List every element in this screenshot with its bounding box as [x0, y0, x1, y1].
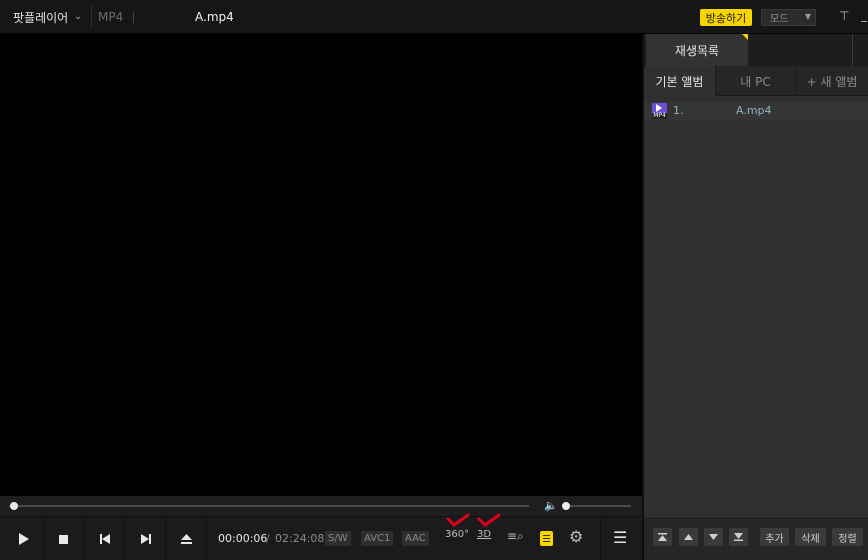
video-codec-badge[interactable]: AVC1 — [361, 531, 394, 546]
play-button[interactable] — [4, 517, 44, 560]
move-down-icon — [709, 534, 718, 540]
3d-video-button[interactable]: 3D — [477, 529, 491, 540]
checkmark-icon — [477, 513, 501, 527]
renderer-badge[interactable]: S/W — [325, 531, 351, 546]
move-top-icon — [658, 533, 667, 541]
current-time: 00:00:06 — [218, 532, 268, 545]
add-button[interactable]: 추가 — [760, 528, 789, 546]
stop-button[interactable] — [44, 517, 84, 560]
file-format-label: MP4 — [98, 10, 124, 24]
audio-codec-badge[interactable]: AAC — [402, 531, 429, 546]
divider — [600, 517, 601, 560]
tab-empty[interactable] — [749, 34, 853, 66]
volume-handle[interactable] — [562, 502, 570, 510]
previous-icon — [99, 534, 110, 544]
title-bar: 팟플레이어 ⌄ MP4 A.mp4 방송하기 모드 ▼ ⊤ _ — [0, 0, 868, 34]
playlist-item-name: A.mp4 — [736, 104, 772, 117]
move-up-button[interactable] — [679, 528, 698, 546]
time-separator: / — [266, 532, 270, 545]
app-menu-label: 팟플레이어 — [13, 10, 69, 25]
app-menu-button[interactable]: 팟플레이어 ⌄ — [5, 4, 91, 30]
gear-icon[interactable]: ⚙ — [569, 527, 583, 546]
dropdown-arrow-icon: ▼ — [804, 12, 811, 21]
play-icon — [18, 533, 29, 545]
divider — [91, 5, 92, 29]
previous-button[interactable] — [85, 517, 125, 560]
playlist-toggle-icon[interactable] — [540, 531, 553, 546]
next-icon — [140, 534, 151, 544]
mp4-file-icon: MP4 — [652, 103, 667, 119]
stop-icon — [59, 534, 68, 544]
minimize-icon[interactable]: _ — [861, 8, 867, 22]
playlist-item-index: 1. — [673, 104, 684, 117]
sort-button[interactable]: 정렬 — [832, 528, 863, 546]
eject-button[interactable] — [167, 517, 207, 560]
volume-slider[interactable] — [563, 505, 631, 507]
playlist-panel: 재생목록 기본 앨범 내 PC + 새 앨범 MP4 1. A.mp4 추가 삭… — [644, 34, 868, 560]
mode-label: 모드 — [770, 14, 789, 25]
seek-handle[interactable] — [10, 502, 18, 510]
delete-button[interactable]: 삭제 — [795, 528, 826, 546]
move-top-button[interactable] — [653, 528, 672, 546]
seek-strip: 🔈 — [0, 496, 642, 516]
360-video-button[interactable]: 360° — [445, 529, 469, 540]
control-bar: 00:00:06 / 02:24:08 S/W AVC1 AAC 360° 3D… — [0, 513, 642, 560]
menu-icon[interactable]: ☰ — [613, 528, 627, 547]
playlist-item[interactable]: MP4 1. A.mp4 — [644, 102, 868, 120]
window-title-filename: A.mp4 — [195, 10, 234, 24]
next-button[interactable] — [126, 517, 166, 560]
playlist-search-icon[interactable]: ≡⌕ — [507, 529, 524, 544]
mode-dropdown[interactable]: 모드 ▼ — [761, 9, 816, 26]
playlist-toolbar: 추가 삭제 정렬 — [644, 518, 868, 560]
video-display[interactable] — [0, 34, 642, 496]
move-down-button[interactable] — [704, 528, 723, 546]
panel-tabs: 재생목록 — [644, 34, 868, 66]
album-tab-default[interactable]: 기본 앨범 — [644, 66, 716, 96]
eject-icon — [181, 534, 192, 544]
move-bottom-icon — [734, 533, 743, 541]
pin-icon[interactable]: ⊤ — [839, 9, 849, 23]
checkmark-icon — [446, 513, 470, 527]
total-time[interactable]: 02:24:08 — [275, 532, 324, 545]
tab-playlist[interactable]: 재생목록 — [646, 34, 748, 66]
move-bottom-button[interactable] — [729, 528, 748, 546]
seek-bar[interactable] — [9, 505, 529, 507]
album-tab-new[interactable]: + 새 앨범 — [796, 66, 868, 96]
chevron-down-icon: ⌄ — [74, 12, 82, 22]
move-up-icon — [684, 534, 693, 540]
album-tab-my-pc[interactable]: 내 PC — [716, 66, 796, 96]
mp4-icon-label: MP4 — [652, 112, 667, 119]
volume-icon[interactable]: 🔈 — [544, 499, 558, 512]
album-tabs: 기본 앨범 내 PC + 새 앨범 — [644, 66, 868, 96]
divider — [133, 12, 134, 23]
broadcast-button[interactable]: 방송하기 — [700, 9, 752, 26]
